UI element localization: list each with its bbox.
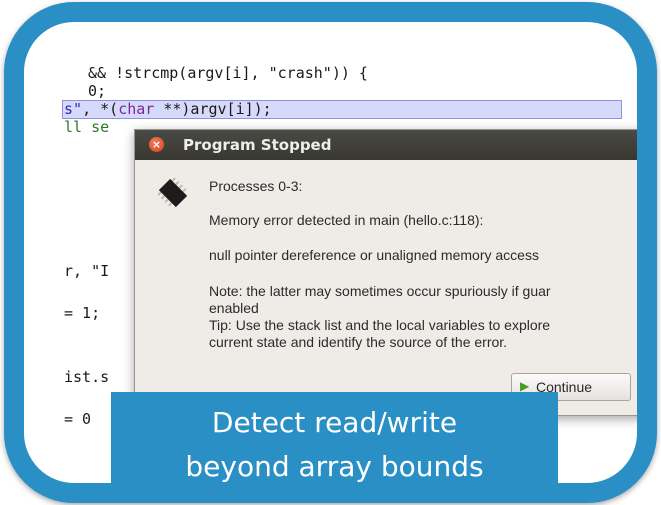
close-icon[interactable]: ×: [149, 137, 164, 152]
code-text: **)argv[i]);: [154, 100, 272, 118]
program-stopped-dialog: × Program Stopped Processes 0-3: Memory …: [134, 129, 637, 416]
code-line: ll se: [64, 118, 109, 136]
dialog-tip: Tip: Use the stack list and the local va…: [209, 317, 551, 333]
tile-frame: && !strcmp(argv[i], "crash")) { 0; s", *…: [4, 2, 657, 503]
code-line: = 1;: [64, 304, 101, 322]
dialog-tip-cont: current state and identify the source of…: [209, 334, 508, 350]
code-line: = 0: [64, 410, 92, 428]
code-line: && !strcmp(argv[i], "crash")) {: [88, 64, 368, 82]
code-comment: ll se: [64, 118, 110, 136]
dialog-note: Note: the latter may sometimes occur spu…: [209, 283, 551, 299]
caption-line-1: Detect read/write: [211, 406, 458, 439]
code-line: ist.s: [64, 368, 110, 386]
caption-banner: Detect read/write beyond array bounds: [111, 392, 558, 483]
dialog-null-pointer: null pointer dereference or unaligned me…: [209, 247, 539, 263]
dialog-titlebar: × Program Stopped: [135, 130, 637, 160]
dialog-note-cont: enabled: [209, 300, 259, 316]
code-string: s": [64, 100, 83, 118]
code-line: r, "I: [64, 262, 110, 280]
dialog-title: Program Stopped: [183, 136, 332, 154]
code-text: , *(: [82, 100, 119, 118]
play-icon: ▶: [520, 379, 530, 393]
caption-line-2: beyond array bounds: [185, 450, 484, 483]
dialog-memory-error: Memory error detected in main (hello.c:1…: [209, 212, 484, 228]
dialog-processes: Processes 0-3:: [209, 178, 303, 194]
code-line-current: s", *(char **)argv[i]);: [64, 100, 272, 118]
chip-icon: [157, 177, 188, 208]
code-keyword: char: [118, 100, 155, 118]
code-line: 0;: [88, 82, 107, 100]
